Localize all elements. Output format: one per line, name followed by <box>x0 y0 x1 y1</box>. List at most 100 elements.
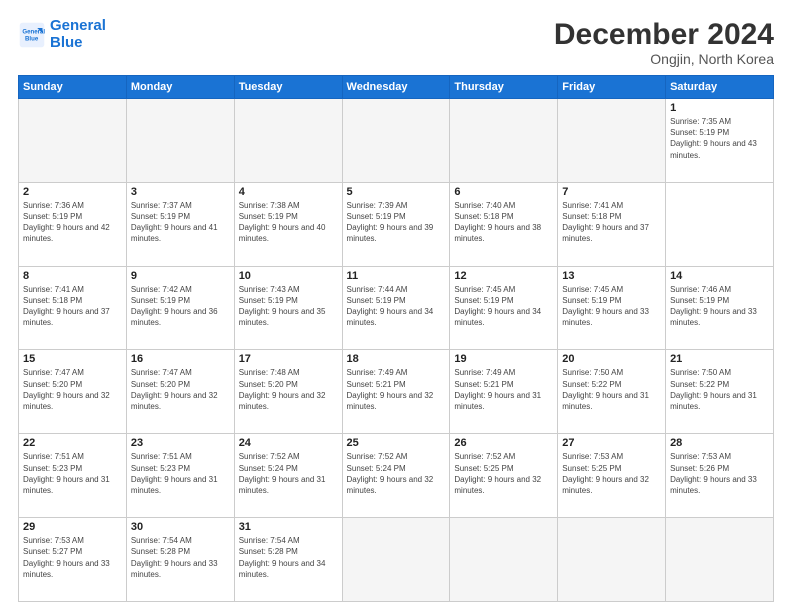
calendar-cell: 13 Sunrise: 7:45 AMSunset: 5:19 PMDayligh… <box>558 266 666 350</box>
day-info: Sunrise: 7:38 AMSunset: 5:19 PMDaylight:… <box>239 200 338 245</box>
calendar-cell: 24 Sunrise: 7:52 AMSunset: 5:24 PMDayligh… <box>234 434 342 518</box>
calendar-cell <box>558 518 666 602</box>
calendar-cell: 19 Sunrise: 7:49 AMSunset: 5:21 PMDayligh… <box>450 350 558 434</box>
day-number: 23 <box>131 437 230 449</box>
calendar-cell: 6 Sunrise: 7:40 AMSunset: 5:18 PMDaylight… <box>450 182 558 266</box>
day-number: 12 <box>454 270 553 282</box>
day-number: 25 <box>347 437 446 449</box>
calendar-cell: 5Sunrise: 7:39 AMSunset: 5:19 PMDaylight… <box>342 182 450 266</box>
day-info: Sunrise: 7:51 AMSunset: 5:23 PMDaylight:… <box>131 451 230 496</box>
day-number: 18 <box>347 353 446 365</box>
day-info: Sunrise: 7:48 AMSunset: 5:20 PMDaylight:… <box>239 367 338 412</box>
day-info: Sunrise: 7:41 AMSunset: 5:18 PMDaylight:… <box>562 200 661 245</box>
day-number: 20 <box>562 353 661 365</box>
day-number: 21 <box>670 353 769 365</box>
calendar-cell: 22Sunrise: 7:51 AMSunset: 5:23 PMDayligh… <box>19 434 127 518</box>
day-number: 11 <box>347 270 446 282</box>
day-info: Sunrise: 7:47 AMSunset: 5:20 PMDaylight:… <box>23 367 122 412</box>
day-info: Sunrise: 7:54 AMSunset: 5:28 PMDaylight:… <box>239 535 338 580</box>
header: General Blue General Blue December 2024 … <box>18 18 774 67</box>
day-number: 9 <box>131 270 230 282</box>
day-number: 6 <box>454 186 553 198</box>
main-title: December 2024 <box>554 18 774 51</box>
calendar-cell: 23 Sunrise: 7:51 AMSunset: 5:23 PMDayligh… <box>126 434 234 518</box>
day-number: 7 <box>562 186 661 198</box>
calendar-cell: 7 Sunrise: 7:41 AMSunset: 5:18 PMDaylight… <box>558 182 666 266</box>
day-number: 24 <box>239 437 338 449</box>
calendar-cell: 17 Sunrise: 7:48 AMSunset: 5:20 PMDayligh… <box>234 350 342 434</box>
day-info: Sunrise: 7:47 AMSunset: 5:20 PMDaylight:… <box>131 367 230 412</box>
calendar-week-row: 29Sunrise: 7:53 AMSunset: 5:27 PMDayligh… <box>19 518 774 602</box>
day-info: Sunrise: 7:52 AMSunset: 5:25 PMDaylight:… <box>454 451 553 496</box>
calendar-cell: 28Sunrise: 7:53 AMSunset: 5:26 PMDayligh… <box>666 434 774 518</box>
day-number: 30 <box>131 521 230 533</box>
day-info: Sunrise: 7:41 AMSunset: 5:18 PMDaylight:… <box>23 284 122 329</box>
day-info: Sunrise: 7:35 AMSunset: 5:19 PMDaylight:… <box>670 116 769 161</box>
day-number: 2 <box>23 186 122 198</box>
day-info: Sunrise: 7:45 AMSunset: 5:19 PMDaylight:… <box>562 284 661 329</box>
calendar-cell: 18 Sunrise: 7:49 AMSunset: 5:21 PMDayligh… <box>342 350 450 434</box>
calendar-cell: 4Sunrise: 7:38 AMSunset: 5:19 PMDaylight… <box>234 182 342 266</box>
calendar-cell: 10Sunrise: 7:43 AMSunset: 5:19 PMDayligh… <box>234 266 342 350</box>
calendar-cell <box>342 99 450 183</box>
day-number: 8 <box>23 270 122 282</box>
col-tuesday: Tuesday <box>234 76 342 99</box>
calendar-cell: 9 Sunrise: 7:42 AMSunset: 5:19 PMDaylight… <box>126 266 234 350</box>
day-info: Sunrise: 7:40 AMSunset: 5:18 PMDaylight:… <box>454 200 553 245</box>
calendar-cell: 29Sunrise: 7:53 AMSunset: 5:27 PMDayligh… <box>19 518 127 602</box>
calendar-cell <box>19 99 127 183</box>
calendar-cell <box>450 518 558 602</box>
col-sunday: Sunday <box>19 76 127 99</box>
calendar-cell: 2 Sunrise: 7:36 AMSunset: 5:19 PMDaylight… <box>19 182 127 266</box>
calendar-week-row: 8 Sunrise: 7:41 AMSunset: 5:18 PMDaylight… <box>19 266 774 350</box>
logo-icon: General Blue <box>18 21 46 49</box>
logo-line1: General <box>50 17 106 34</box>
logo-text: General Blue <box>50 18 106 51</box>
day-info: Sunrise: 7:53 AMSunset: 5:25 PMDaylight:… <box>562 451 661 496</box>
logo-line2: Blue <box>50 34 83 51</box>
calendar-week-row: 15Sunrise: 7:47 AMSunset: 5:20 PMDayligh… <box>19 350 774 434</box>
day-info: Sunrise: 7:51 AMSunset: 5:23 PMDaylight:… <box>23 451 122 496</box>
day-number: 29 <box>23 521 122 533</box>
calendar-cell: 15Sunrise: 7:47 AMSunset: 5:20 PMDayligh… <box>19 350 127 434</box>
day-number: 13 <box>562 270 661 282</box>
day-info: Sunrise: 7:42 AMSunset: 5:19 PMDaylight:… <box>131 284 230 329</box>
calendar-cell: 12Sunrise: 7:45 AMSunset: 5:19 PMDayligh… <box>450 266 558 350</box>
day-number: 27 <box>562 437 661 449</box>
day-number: 26 <box>454 437 553 449</box>
calendar-cell <box>126 99 234 183</box>
calendar-header-row: Sunday Monday Tuesday Wednesday Thursday… <box>19 76 774 99</box>
calendar-cell <box>234 99 342 183</box>
calendar-cell: 16 Sunrise: 7:47 AMSunset: 5:20 PMDayligh… <box>126 350 234 434</box>
day-info: Sunrise: 7:46 AMSunset: 5:19 PMDaylight:… <box>670 284 769 329</box>
calendar-table: Sunday Monday Tuesday Wednesday Thursday… <box>18 75 774 602</box>
day-number: 31 <box>239 521 338 533</box>
calendar-cell <box>450 99 558 183</box>
calendar-cell: 25 Sunrise: 7:52 AMSunset: 5:24 PMDayligh… <box>342 434 450 518</box>
col-thursday: Thursday <box>450 76 558 99</box>
calendar-week-row: 22Sunrise: 7:51 AMSunset: 5:23 PMDayligh… <box>19 434 774 518</box>
day-info: Sunrise: 7:49 AMSunset: 5:21 PMDaylight:… <box>347 367 446 412</box>
day-number: 10 <box>239 270 338 282</box>
calendar-cell: 3Sunrise: 7:37 AMSunset: 5:19 PMDaylight… <box>126 182 234 266</box>
col-monday: Monday <box>126 76 234 99</box>
day-info: Sunrise: 7:39 AMSunset: 5:19 PMDaylight:… <box>347 200 446 245</box>
calendar-cell: 21Sunrise: 7:50 AMSunset: 5:22 PMDayligh… <box>666 350 774 434</box>
day-info: Sunrise: 7:52 AMSunset: 5:24 PMDaylight:… <box>347 451 446 496</box>
day-number: 17 <box>239 353 338 365</box>
calendar-cell: 31 Sunrise: 7:54 AMSunset: 5:28 PMDayligh… <box>234 518 342 602</box>
col-friday: Friday <box>558 76 666 99</box>
day-info: Sunrise: 7:52 AMSunset: 5:24 PMDaylight:… <box>239 451 338 496</box>
col-saturday: Saturday <box>666 76 774 99</box>
day-info: Sunrise: 7:36 AMSunset: 5:19 PMDaylight:… <box>23 200 122 245</box>
page: General Blue General Blue December 2024 … <box>0 0 792 612</box>
calendar-cell: 30 Sunrise: 7:54 AMSunset: 5:28 PMDayligh… <box>126 518 234 602</box>
day-number: 1 <box>670 102 769 114</box>
calendar-cell: 27 Sunrise: 7:53 AMSunset: 5:25 PMDayligh… <box>558 434 666 518</box>
title-block: December 2024 Ongjin, North Korea <box>554 18 774 67</box>
day-info: Sunrise: 7:54 AMSunset: 5:28 PMDaylight:… <box>131 535 230 580</box>
day-number: 19 <box>454 353 553 365</box>
day-number: 16 <box>131 353 230 365</box>
day-number: 14 <box>670 270 769 282</box>
day-info: Sunrise: 7:49 AMSunset: 5:21 PMDaylight:… <box>454 367 553 412</box>
